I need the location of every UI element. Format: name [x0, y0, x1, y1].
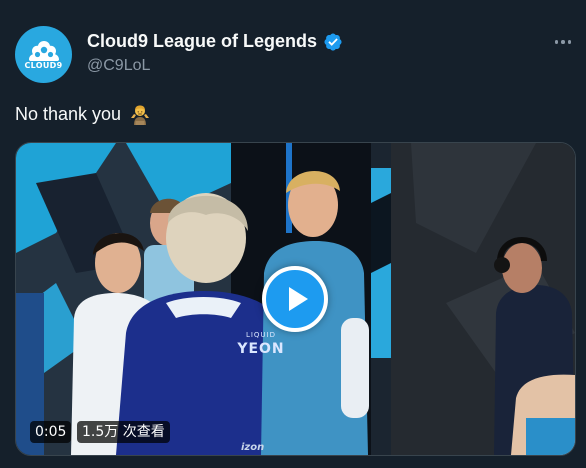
tweet-text: No thank you	[15, 103, 151, 125]
person-shrugging-emoji	[131, 105, 150, 125]
jersey-tag: LIQUID	[245, 331, 277, 339]
more-dot	[567, 40, 572, 44]
more-horizontal-icon[interactable]	[553, 32, 573, 52]
jersey-text: LIQUID YEON	[231, 331, 291, 357]
video-views-badge: 1.5万 次查看	[77, 421, 170, 443]
jersey-name: YEON	[237, 341, 285, 357]
more-dot	[554, 40, 559, 44]
verified-badge-icon[interactable]	[323, 32, 343, 52]
sponsor-text: izon	[241, 442, 265, 453]
avatar-logo-text: CLOUD9	[24, 61, 63, 70]
video-duration-badge: 0:05	[30, 421, 72, 443]
more-dot	[561, 40, 565, 44]
author-handle[interactable]: @C9LoL	[87, 57, 150, 75]
cloud9-logo-icon	[28, 41, 59, 61]
play-button[interactable]	[262, 266, 328, 332]
author-display-name[interactable]: Cloud9 League of Legends	[87, 31, 317, 52]
play-icon	[288, 287, 308, 311]
author-name-row: Cloud9 League of Legends	[87, 31, 343, 52]
avatar[interactable]: CLOUD9	[15, 26, 72, 83]
tweet-text-content: No thank you	[15, 103, 122, 124]
